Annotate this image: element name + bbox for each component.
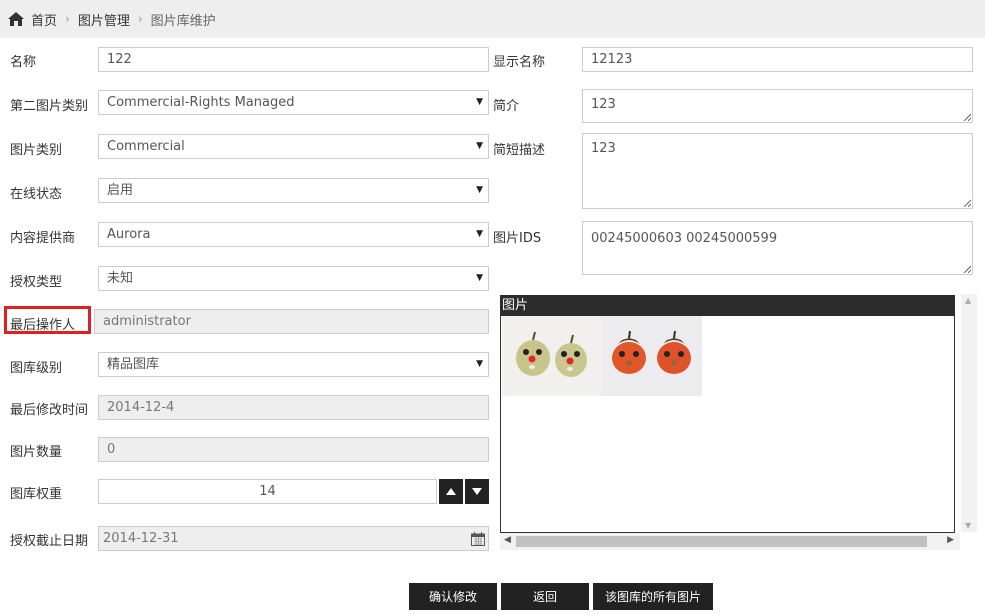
online-status-label: 在线状态 <box>10 187 63 202</box>
short-desc-label: 简短描述 <box>493 143 546 158</box>
increment-button[interactable] <box>439 479 463 504</box>
all-images-button[interactable]: 该图库的所有图片 <box>593 583 713 610</box>
scroll-right-icon[interactable]: ▶ <box>947 535 954 545</box>
intro-label: 简介 <box>493 99 520 114</box>
image-count-label: 图片数量 <box>10 445 63 460</box>
library-weight-input[interactable]: 14 <box>98 479 437 504</box>
license-type-select[interactable]: 未知 <box>98 266 489 291</box>
short-desc-textarea[interactable]: 123 <box>582 133 973 209</box>
calendar-button[interactable] <box>467 527 489 550</box>
chevron-right-icon: › <box>65 12 70 26</box>
library-level-label: 图库级别 <box>10 361 63 376</box>
image-ids-label: 图片IDS <box>493 231 542 246</box>
resize-handle-icon[interactable] <box>963 265 971 273</box>
breadcrumb: 首页 › 图片管理 › 图片库维护 <box>0 0 985 38</box>
confirm-button[interactable]: 确认修改 <box>409 583 497 610</box>
scroll-left-icon[interactable]: ◀ <box>504 535 511 545</box>
horizontal-scrollbar[interactable]: ◀ ▶ <box>500 533 960 550</box>
triangle-down-icon <box>472 488 482 495</box>
resize-handle-icon[interactable] <box>963 113 971 121</box>
breadcrumb-section[interactable]: 图片管理 <box>78 10 130 29</box>
license-expiry-field[interactable]: 2014-12-31 <box>98 526 489 551</box>
home-icon[interactable] <box>7 11 25 27</box>
library-weight-label: 图库权重 <box>10 487 63 502</box>
image-thumbnail-persimmons[interactable] <box>602 316 702 396</box>
short-desc-text: 123 <box>591 141 616 156</box>
last-operator-label: 最后操作人 <box>10 318 76 333</box>
display-name-label: 显示名称 <box>493 55 546 70</box>
image-panel-title: 图片 <box>500 295 955 316</box>
category-select[interactable]: Commercial <box>98 134 489 159</box>
scroll-down-icon[interactable]: ▼ <box>965 521 971 530</box>
display-name-input[interactable]: 12123 <box>582 47 973 72</box>
name-label: 名称 <box>10 55 37 70</box>
license-expiry-label: 授权截止日期 <box>10 534 89 549</box>
second-category-label: 第二图片类别 <box>10 99 89 114</box>
scrollbar-thumb[interactable] <box>516 536 927 547</box>
chevron-right-icon: › <box>137 12 143 26</box>
calendar-icon <box>471 531 485 546</box>
last-operator-field: administrator <box>94 309 489 334</box>
image-ids-textarea[interactable]: 00245000603 00245000599 <box>582 221 973 275</box>
vertical-scrollbar[interactable]: ▲ ▼ <box>961 294 977 532</box>
intro-textarea[interactable]: 123 <box>582 89 973 123</box>
provider-label: 内容提供商 <box>10 231 76 246</box>
last-modified-field: 2014-12-4 <box>98 395 489 420</box>
scroll-up-icon[interactable]: ▲ <box>965 296 971 305</box>
category-label: 图片类别 <box>10 143 63 158</box>
breadcrumb-home[interactable]: 首页 <box>31 10 57 29</box>
image-ids-text: 00245000603 00245000599 <box>591 231 778 246</box>
second-category-select[interactable]: Commercial-Rights Managed <box>98 90 489 115</box>
back-button[interactable]: 返回 <box>501 583 589 610</box>
online-status-select[interactable]: 启用 <box>98 178 489 203</box>
image-thumbnail-pears[interactable] <box>502 316 602 396</box>
name-input[interactable]: 122 <box>98 47 489 72</box>
triangle-up-icon <box>446 488 456 495</box>
resize-handle-icon[interactable] <box>963 199 971 207</box>
intro-text: 123 <box>591 97 616 112</box>
provider-select[interactable]: Aurora <box>98 222 489 247</box>
image-count-field: 0 <box>98 437 489 462</box>
image-panel <box>500 316 955 533</box>
last-modified-label: 最后修改时间 <box>10 403 89 418</box>
breadcrumb-current: 图片库维护 <box>150 13 216 29</box>
license-type-label: 授权类型 <box>10 275 63 290</box>
library-level-select[interactable]: 精品图库 <box>98 352 489 377</box>
decrement-button[interactable] <box>465 479 489 504</box>
